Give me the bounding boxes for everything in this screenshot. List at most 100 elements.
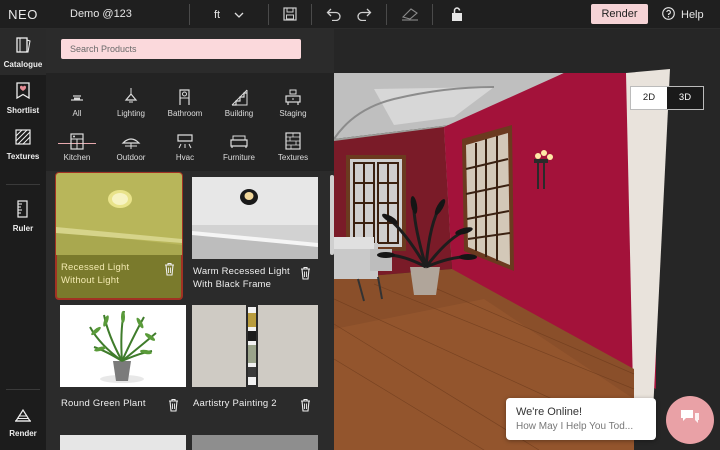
hvac-icon xyxy=(177,134,193,149)
category-label: All xyxy=(72,109,82,118)
rail-label: Ruler xyxy=(12,223,34,233)
product-card[interactable]: Warm Recessed Light With Black Frame xyxy=(192,177,318,303)
toolbar-divider xyxy=(311,4,312,25)
chat-title: We're Online! xyxy=(516,406,583,418)
redo-icon[interactable] xyxy=(353,4,375,24)
product-card-partial[interactable] xyxy=(60,435,186,450)
project-name[interactable]: Demo @123 xyxy=(70,0,132,29)
rail-label: Shortlist xyxy=(6,105,40,115)
product-name: Round Green Plant xyxy=(61,398,146,409)
rail-label: Catalogue xyxy=(3,59,43,69)
toolbar-divider xyxy=(386,4,387,25)
product-thumbnail xyxy=(192,177,318,259)
catalogue-icon xyxy=(14,36,32,56)
texture-icon xyxy=(285,132,301,150)
category-label: Bathroom xyxy=(167,109,203,118)
category-label: Hvac xyxy=(175,153,195,162)
trash-icon[interactable] xyxy=(299,398,313,412)
staging-icon xyxy=(285,89,301,105)
category-bathroom[interactable]: Bathroom xyxy=(156,85,214,125)
view-mode-toggle: 2D 3D xyxy=(630,86,704,110)
product-card-partial[interactable] xyxy=(192,435,318,450)
category-building[interactable]: Building xyxy=(210,85,268,125)
brand-logo: NEO xyxy=(8,7,38,22)
category-outdoor[interactable]: Outdoor xyxy=(102,129,160,169)
ruler-icon xyxy=(15,199,31,220)
rail-divider xyxy=(6,389,40,390)
kitchen-icon xyxy=(70,133,84,150)
product-name: Recessed Light Without Light xyxy=(61,262,130,286)
search-bar xyxy=(46,29,334,71)
rail-divider xyxy=(6,184,40,185)
rail-item-shortlist[interactable]: Shortlist xyxy=(0,75,46,121)
product-card[interactable]: Recessed Light Without Light xyxy=(55,172,183,300)
left-rail: Catalogue Shortlist Textures Ruler Rende… xyxy=(0,29,46,450)
trash-icon[interactable] xyxy=(167,398,181,412)
chat-subtitle: How May I Help You Tod... xyxy=(516,421,634,432)
category-label: Furniture xyxy=(222,153,255,162)
undo-icon[interactable] xyxy=(323,4,345,24)
toolbar-divider xyxy=(268,4,269,25)
textures-icon xyxy=(14,128,32,148)
trash-icon[interactable] xyxy=(163,262,177,276)
chat-popup[interactable]: We're Online! How May I Help You Tod... xyxy=(506,398,656,440)
furniture-icon xyxy=(230,135,248,148)
toolbar-divider xyxy=(189,4,190,25)
product-thumbnail xyxy=(60,305,186,387)
outdoor-icon xyxy=(121,138,141,149)
category-label: Building xyxy=(224,109,254,118)
rail-item-catalogue[interactable]: Catalogue xyxy=(0,29,46,75)
shortlist-icon xyxy=(15,81,31,102)
product-name: Warm Recessed Light With Black Frame xyxy=(193,266,290,290)
stairs-icon xyxy=(231,89,248,106)
rail-item-render[interactable]: Render xyxy=(0,399,46,445)
category-lighting[interactable]: Lighting xyxy=(102,85,160,125)
chevron-down-icon xyxy=(234,9,244,21)
catalogue-panel: All Lighting Bathroom Building Staging xyxy=(46,29,334,450)
category-label: Textures xyxy=(277,153,309,162)
unit-select[interactable]: ft xyxy=(205,0,260,29)
top-bar: NEO Demo @123 ft Render Help xyxy=(0,0,720,29)
chat-launcher-button[interactable] xyxy=(666,396,714,444)
product-card[interactable]: Round Green Plant xyxy=(60,305,186,431)
product-grid: Recessed Light Without Light Warm Recess… xyxy=(46,171,334,450)
chat-bubble-icon xyxy=(679,408,701,433)
search-input[interactable] xyxy=(61,39,301,59)
category-all[interactable]: All xyxy=(48,85,106,125)
category-furniture[interactable]: Furniture xyxy=(210,129,268,169)
category-label: Staging xyxy=(279,109,307,118)
category-kitchen[interactable]: Kitchen xyxy=(48,129,106,169)
view-2d-button[interactable]: 2D xyxy=(631,87,667,109)
rail-item-ruler[interactable]: Ruler xyxy=(0,193,46,239)
render-icon xyxy=(14,407,32,425)
help-label: Help xyxy=(681,8,704,21)
rail-item-textures[interactable]: Textures xyxy=(0,121,46,167)
unit-value: ft xyxy=(214,8,221,21)
bathroom-icon xyxy=(179,89,190,105)
category-textures[interactable]: Textures xyxy=(264,129,322,169)
category-label: Kitchen xyxy=(63,153,91,162)
lamp-icon xyxy=(71,95,83,101)
view-3d-button[interactable]: 3D xyxy=(667,87,703,109)
save-icon[interactable] xyxy=(279,4,301,24)
product-thumbnail xyxy=(192,305,318,387)
eraser-icon[interactable] xyxy=(399,4,421,24)
help-icon xyxy=(662,6,675,23)
product-card[interactable]: Aartistry Painting 2 xyxy=(192,305,318,431)
pendant-lamp-icon xyxy=(124,88,138,103)
product-name: Aartistry Painting 2 xyxy=(193,398,277,409)
render-button[interactable]: Render xyxy=(591,4,648,24)
product-thumbnail xyxy=(56,173,182,255)
category-staging[interactable]: Staging xyxy=(264,85,322,125)
trash-icon[interactable] xyxy=(299,266,313,280)
category-grid: All Lighting Bathroom Building Staging K… xyxy=(46,73,334,171)
unlock-icon[interactable] xyxy=(446,4,468,24)
toolbar-divider xyxy=(432,4,433,25)
rail-label: Textures xyxy=(6,151,40,161)
app-root: NEO Demo @123 ft Render Help Catalogue S… xyxy=(0,0,720,450)
help-button[interactable]: Help xyxy=(662,0,704,29)
category-label: Lighting xyxy=(116,109,146,118)
category-label: Outdoor xyxy=(116,153,146,162)
category-hvac[interactable]: Hvac xyxy=(156,129,214,169)
rail-label: Render xyxy=(9,428,37,438)
